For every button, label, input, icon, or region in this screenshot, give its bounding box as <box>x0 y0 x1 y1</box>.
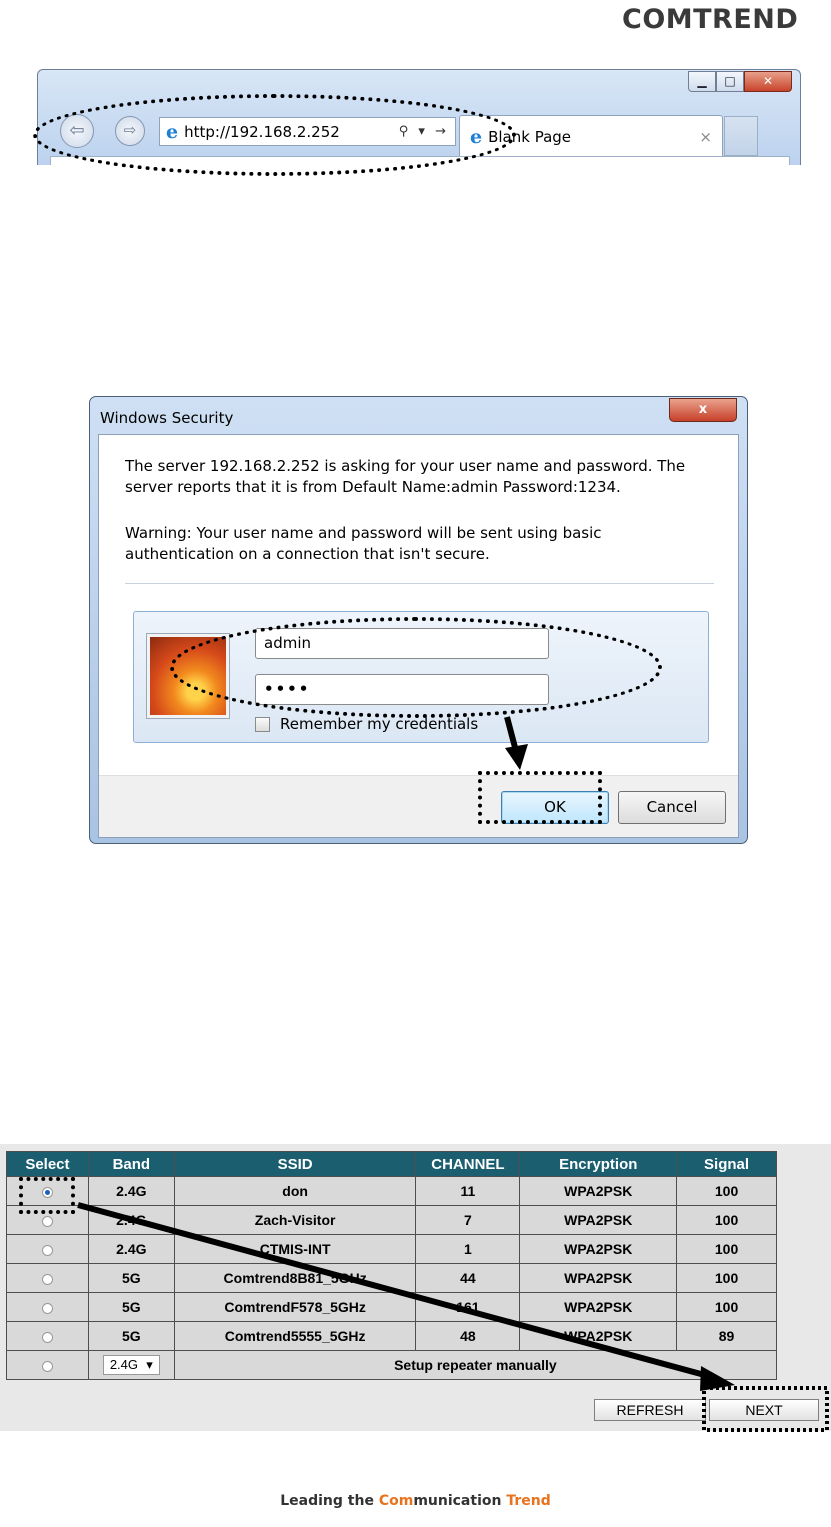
chevron-down-icon: ▾ <box>146 1357 153 1372</box>
ssid-cell: Zach-Visitor <box>173 1205 417 1235</box>
site-survey-panel: Select Band SSID CHANNEL Encryption Sign… <box>0 1144 831 1431</box>
dialog-separator <box>125 583 714 584</box>
table-row[interactable]: 2.4G don 11 WPA2PSK 100 <box>6 1176 777 1206</box>
dialog-close-button[interactable]: x <box>669 398 737 422</box>
remember-label: Remember my credentials <box>280 715 479 733</box>
table-row[interactable]: 5G Comtrend5555_5GHz 48 WPA2PSK 89 <box>6 1321 777 1351</box>
band-dropdown[interactable]: 2.4G ▾ <box>102 1355 160 1375</box>
channel-cell: 48 <box>415 1321 521 1351</box>
remember-credentials[interactable]: Remember my credentials <box>255 715 478 733</box>
header-signal: Signal <box>676 1151 777 1177</box>
dialog-title: Windows Security <box>100 409 234 427</box>
channel-cell: 44 <box>415 1263 521 1293</box>
select-cell[interactable] <box>6 1234 89 1264</box>
comtrend-logo: COMTREND <box>622 4 799 35</box>
new-tab-button[interactable] <box>724 116 758 156</box>
signal-cell: 100 <box>676 1234 777 1264</box>
encryption-cell: WPA2PSK <box>519 1292 678 1322</box>
maximize-button[interactable]: □ <box>716 71 744 92</box>
band-cell: 5G <box>87 1263 175 1293</box>
remember-checkbox[interactable] <box>255 716 270 732</box>
tab-label: Blank Page <box>488 127 572 146</box>
band-cell: 5G <box>87 1292 175 1322</box>
channel-cell: 11 <box>415 1176 521 1206</box>
select-cell[interactable] <box>6 1350 89 1380</box>
refresh-button[interactable]: REFRESH <box>594 1399 706 1421</box>
signal-cell: 100 <box>676 1263 777 1293</box>
minimize-button[interactable]: ▁ <box>688 71 716 92</box>
ssid-cell: CTMIS-INT <box>173 1234 417 1264</box>
band-dropdown-value: 2.4G <box>109 1357 139 1372</box>
band-cell: 2.4G <box>87 1205 175 1235</box>
signal-cell: 100 <box>676 1292 777 1322</box>
manual-setup-label: Setup repeater manually <box>173 1350 778 1380</box>
table-header-row: Select Band SSID CHANNEL Encryption Sign… <box>6 1151 777 1177</box>
select-highlight-box <box>19 1177 75 1214</box>
select-radio[interactable] <box>41 1244 53 1256</box>
cancel-button[interactable]: Cancel <box>618 791 726 824</box>
select-cell[interactable] <box>6 1321 89 1351</box>
ssid-cell: don <box>173 1176 417 1206</box>
footer-part3: munication <box>413 1493 507 1509</box>
footer-part4: Trend <box>506 1493 551 1509</box>
tab-close-icon[interactable]: × <box>699 128 712 146</box>
close-window-button[interactable]: ✕ <box>744 71 792 92</box>
encryption-cell: WPA2PSK <box>519 1263 678 1293</box>
select-radio[interactable] <box>41 1360 53 1372</box>
band-select-cell[interactable]: 2.4G ▾ <box>87 1350 175 1380</box>
address-highlight-ellipse <box>33 94 516 176</box>
footer-part2: Com <box>378 1493 414 1509</box>
dialog-message: The server 192.168.2.252 is asking for y… <box>125 457 686 496</box>
signal-cell: 100 <box>676 1205 777 1235</box>
header-select: Select <box>6 1151 89 1177</box>
header-encryption: Encryption <box>519 1151 678 1177</box>
channel-cell: 1 <box>415 1234 521 1264</box>
table-row[interactable]: 2.4G Zach-Visitor 7 WPA2PSK 100 <box>6 1205 777 1235</box>
ssid-cell: Comtrend5555_5GHz <box>173 1321 417 1351</box>
footer-tagline: Leading the Communication Trend <box>0 1493 831 1509</box>
select-cell[interactable] <box>6 1292 89 1322</box>
header-band: Band <box>87 1151 175 1177</box>
table-row[interactable]: 2.4G CTMIS-INT 1 WPA2PSK 100 <box>6 1234 777 1264</box>
ssid-cell: Comtrend8B81_5GHz <box>173 1263 417 1293</box>
window-controls: ▁ □ ✕ <box>688 71 792 95</box>
credentials-highlight-ellipse <box>170 617 662 718</box>
select-radio[interactable] <box>41 1331 53 1343</box>
encryption-cell: WPA2PSK <box>519 1205 678 1235</box>
select-radio[interactable] <box>41 1273 53 1285</box>
signal-cell: 100 <box>676 1176 777 1206</box>
header-channel: CHANNEL <box>415 1151 521 1177</box>
channel-cell: 161 <box>415 1292 521 1322</box>
site-survey-table: Select Band SSID CHANNEL Encryption Sign… <box>6 1151 778 1380</box>
select-cell[interactable] <box>6 1263 89 1293</box>
ok-highlight-box <box>478 771 602 824</box>
footer-part1: Leading the <box>280 1493 379 1509</box>
select-radio[interactable] <box>41 1302 53 1314</box>
encryption-cell: WPA2PSK <box>519 1321 678 1351</box>
signal-cell: 89 <box>676 1321 777 1351</box>
next-button[interactable]: NEXT <box>709 1399 819 1421</box>
dialog-warning: Warning: Your user name and password wil… <box>125 524 602 563</box>
table-row[interactable]: 5G ComtrendF578_5GHz 161 WPA2PSK 100 <box>6 1292 777 1322</box>
encryption-cell: WPA2PSK <box>519 1176 678 1206</box>
dialog-footer: OK Cancel <box>99 775 738 837</box>
band-cell: 2.4G <box>87 1176 175 1206</box>
manual-setup-row[interactable]: 2.4G ▾ Setup repeater manually <box>6 1350 778 1380</box>
band-cell: 2.4G <box>87 1234 175 1264</box>
header-ssid: SSID <box>173 1151 417 1177</box>
table-row[interactable]: 5G Comtrend8B81_5GHz 44 WPA2PSK 100 <box>6 1263 777 1293</box>
band-cell: 5G <box>87 1321 175 1351</box>
select-radio[interactable] <box>41 1215 53 1227</box>
channel-cell: 7 <box>415 1205 521 1235</box>
encryption-cell: WPA2PSK <box>519 1234 678 1264</box>
ssid-cell: ComtrendF578_5GHz <box>173 1292 417 1322</box>
